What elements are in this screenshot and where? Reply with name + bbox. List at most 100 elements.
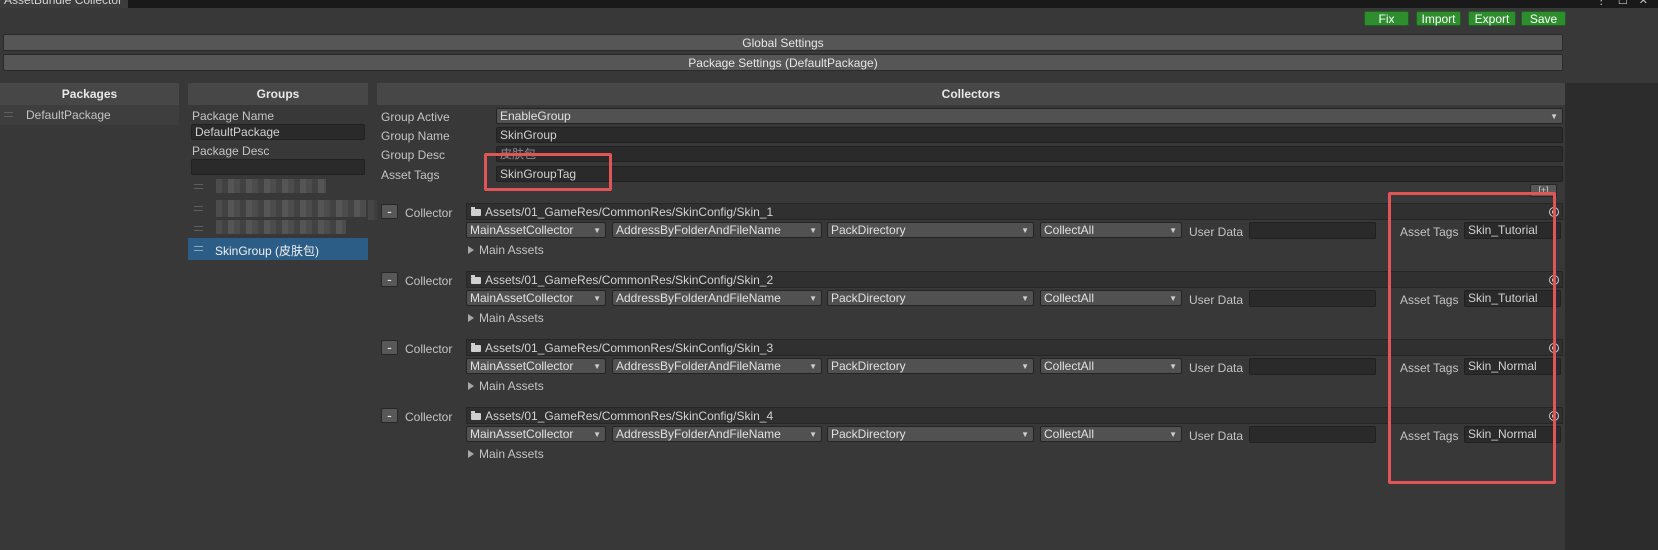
groups-panel: Groups Package Name DefaultPackage Packa… bbox=[188, 83, 368, 550]
remove-collector-button[interactable]: - bbox=[381, 408, 398, 423]
address-rule-value: AddressByFolderAndFileName bbox=[616, 223, 781, 237]
user-data-label: User Data bbox=[1189, 429, 1244, 443]
main-assets-label: Main Assets bbox=[479, 243, 544, 257]
address-rule-dropdown[interactable]: AddressByFolderAndFileName ▼ bbox=[612, 426, 822, 442]
pack-rule-value: PackDirectory bbox=[831, 223, 906, 237]
chevron-down-icon: ▼ bbox=[1169, 362, 1177, 371]
main-assets-foldout[interactable]: Main Assets bbox=[468, 379, 544, 393]
address-rule-dropdown[interactable]: AddressByFolderAndFileName ▼ bbox=[612, 358, 822, 374]
pack-rule-value: PackDirectory bbox=[831, 359, 906, 373]
group-active-dropdown[interactable]: EnableGroup ▼ bbox=[496, 108, 1563, 124]
collector-type-dropdown[interactable]: MainAssetCollector ▼ bbox=[466, 290, 606, 306]
triangle-right-icon bbox=[468, 382, 474, 390]
group-active-value: EnableGroup bbox=[500, 109, 571, 123]
collector-label: Collector bbox=[405, 274, 453, 288]
group-desc-label: Group Desc bbox=[381, 148, 446, 162]
chevron-down-icon: ▼ bbox=[593, 294, 601, 303]
main-assets-foldout[interactable]: Main Assets bbox=[468, 447, 544, 461]
filter-rule-value: CollectAll bbox=[1044, 223, 1095, 237]
triangle-right-icon bbox=[468, 246, 474, 254]
window-tab[interactable]: AssetBundle Collector bbox=[0, 0, 128, 8]
chevron-down-icon: ▼ bbox=[593, 430, 601, 439]
remove-collector-button[interactable]: - bbox=[381, 204, 398, 219]
redacted-group-item[interactable] bbox=[216, 200, 366, 217]
user-data-label: User Data bbox=[1189, 361, 1244, 375]
import-button[interactable]: Import bbox=[1416, 11, 1461, 26]
drag-handle-icon[interactable] bbox=[194, 226, 203, 231]
collector-path-text: Assets/01_GameRes/CommonRes/SkinConfig/S… bbox=[485, 273, 774, 287]
export-button[interactable]: Export bbox=[1468, 11, 1516, 26]
drag-handle-icon[interactable] bbox=[194, 246, 203, 251]
highlight-annotation bbox=[484, 153, 612, 191]
main-assets-label: Main Assets bbox=[479, 379, 544, 393]
global-settings-foldout[interactable]: Global Settings bbox=[3, 34, 1563, 51]
group-active-label: Group Active bbox=[381, 110, 450, 124]
drag-handle-icon[interactable] bbox=[194, 184, 203, 189]
package-desc-field[interactable] bbox=[191, 159, 365, 175]
redacted-group-item[interactable] bbox=[216, 220, 346, 234]
user-data-field[interactable] bbox=[1249, 358, 1376, 375]
main-assets-label: Main Assets bbox=[479, 447, 544, 461]
user-data-field[interactable] bbox=[1249, 426, 1376, 443]
user-data-label: User Data bbox=[1189, 293, 1244, 307]
collector-label: Collector bbox=[405, 206, 453, 220]
filter-rule-value: CollectAll bbox=[1044, 427, 1095, 441]
pack-rule-dropdown[interactable]: PackDirectory ▼ bbox=[827, 222, 1034, 238]
collector-type-dropdown[interactable]: MainAssetCollector ▼ bbox=[466, 358, 606, 374]
window-menu-icon[interactable]: ⋮ ☐ ✕ bbox=[1596, 0, 1652, 7]
user-data-field[interactable] bbox=[1249, 222, 1376, 239]
pack-rule-dropdown[interactable]: PackDirectory ▼ bbox=[827, 290, 1034, 306]
chevron-down-icon: ▼ bbox=[809, 294, 817, 303]
group-name-field[interactable]: SkinGroup bbox=[496, 127, 1563, 143]
address-rule-value: AddressByFolderAndFileName bbox=[616, 359, 781, 373]
pack-rule-dropdown[interactable]: PackDirectory ▼ bbox=[827, 358, 1034, 374]
collector-type-value: MainAssetCollector bbox=[470, 223, 574, 237]
chevron-down-icon: ▼ bbox=[593, 362, 601, 371]
packages-panel: Packages DefaultPackage bbox=[0, 83, 179, 550]
package-name-label: Package Name bbox=[192, 109, 275, 123]
package-settings-foldout[interactable]: Package Settings (DefaultPackage) bbox=[3, 54, 1563, 71]
chevron-down-icon: ▼ bbox=[809, 226, 817, 235]
group-name-label: Group Name bbox=[381, 129, 450, 143]
main-assets-label: Main Assets bbox=[479, 311, 544, 325]
drag-handle-icon[interactable] bbox=[4, 112, 13, 117]
drag-handle-icon[interactable] bbox=[194, 206, 203, 211]
fix-button[interactable]: Fix bbox=[1364, 11, 1409, 26]
triangle-right-icon bbox=[468, 314, 474, 322]
address-rule-dropdown[interactable]: AddressByFolderAndFileName ▼ bbox=[612, 222, 822, 238]
group-asset-tags-field[interactable]: SkinGroupTag bbox=[496, 166, 1563, 182]
chevron-down-icon: ▼ bbox=[593, 226, 601, 235]
address-rule-value: AddressByFolderAndFileName bbox=[616, 427, 781, 441]
chevron-down-icon: ▼ bbox=[1169, 430, 1177, 439]
remove-collector-button[interactable]: - bbox=[381, 340, 398, 355]
address-rule-dropdown[interactable]: AddressByFolderAndFileName ▼ bbox=[612, 290, 822, 306]
filter-rule-dropdown[interactable]: CollectAll ▼ bbox=[1040, 222, 1182, 238]
filter-rule-dropdown[interactable]: CollectAll ▼ bbox=[1040, 358, 1182, 374]
chevron-down-icon: ▼ bbox=[1021, 226, 1029, 235]
pack-rule-dropdown[interactable]: PackDirectory ▼ bbox=[827, 426, 1034, 442]
folder-icon bbox=[471, 207, 481, 216]
scrollbar-track[interactable] bbox=[1565, 83, 1658, 550]
group-item-skingroup[interactable]: SkinGroup (皮肤包) bbox=[188, 238, 368, 260]
collector-type-value: MainAssetCollector bbox=[470, 427, 574, 441]
remove-collector-button[interactable]: - bbox=[381, 272, 398, 287]
groups-header: Groups bbox=[188, 83, 368, 105]
packages-header: Packages bbox=[0, 83, 179, 105]
main-assets-foldout[interactable]: Main Assets bbox=[468, 243, 544, 257]
user-data-label: User Data bbox=[1189, 225, 1244, 239]
package-item-defaultpackage[interactable]: DefaultPackage bbox=[0, 105, 179, 125]
collector-type-value: MainAssetCollector bbox=[470, 291, 574, 305]
save-button[interactable]: Save bbox=[1521, 11, 1566, 26]
package-desc-label: Package Desc bbox=[192, 144, 270, 158]
collector-type-dropdown[interactable]: MainAssetCollector ▼ bbox=[466, 426, 606, 442]
chevron-down-icon: ▼ bbox=[1550, 112, 1558, 121]
redacted-group-item[interactable] bbox=[216, 179, 326, 193]
filter-rule-dropdown[interactable]: CollectAll ▼ bbox=[1040, 290, 1182, 306]
filter-rule-dropdown[interactable]: CollectAll ▼ bbox=[1040, 426, 1182, 442]
folder-icon bbox=[471, 411, 481, 420]
package-name-field[interactable]: DefaultPackage bbox=[191, 124, 365, 140]
group-desc-field[interactable]: 皮肤包 bbox=[496, 146, 1563, 162]
user-data-field[interactable] bbox=[1249, 290, 1376, 307]
main-assets-foldout[interactable]: Main Assets bbox=[468, 311, 544, 325]
collector-type-dropdown[interactable]: MainAssetCollector ▼ bbox=[466, 222, 606, 238]
